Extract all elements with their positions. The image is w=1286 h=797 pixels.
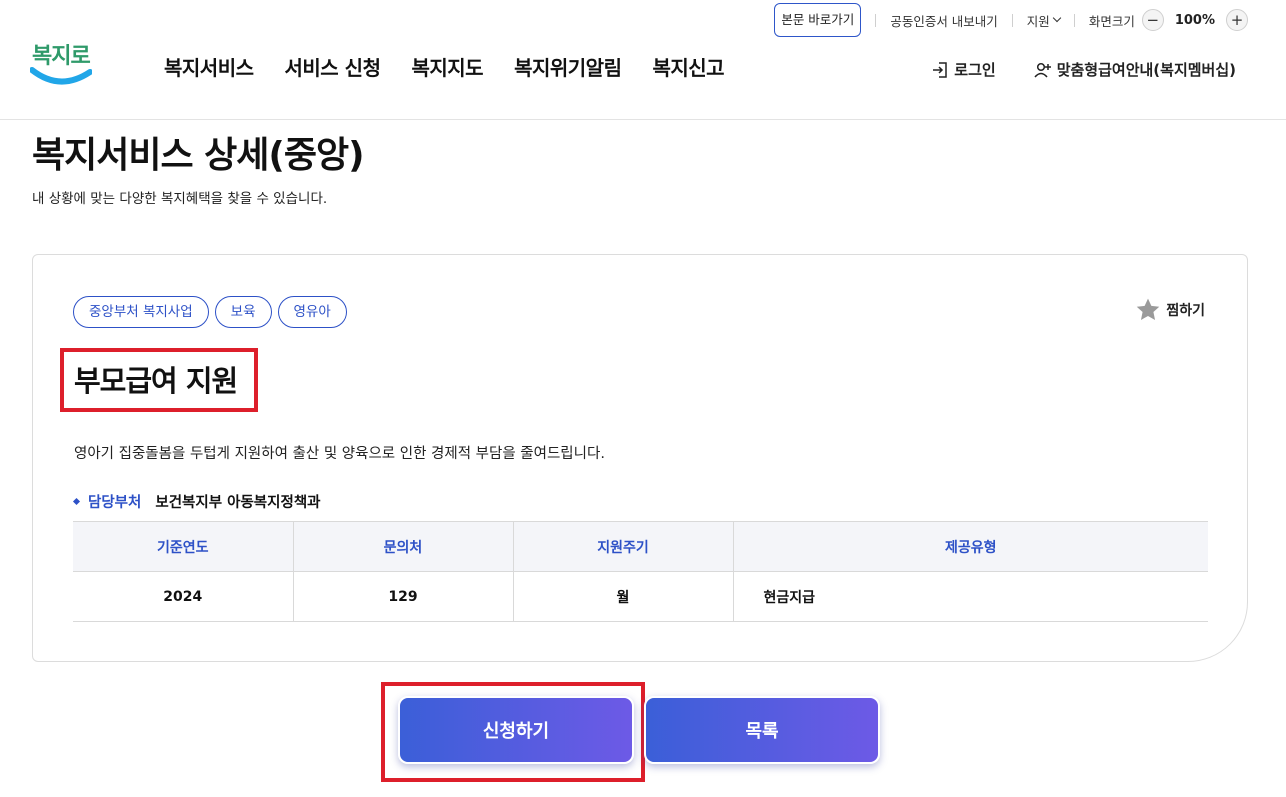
service-info-table: 기준연도 문의처 지원주기 제공유형 2024 129 월 현금지급 xyxy=(73,521,1208,622)
service-description: 영아기 집중돌봄을 두텁게 지원하여 출산 및 양육으로 인한 경제적 부담을 … xyxy=(74,446,605,462)
page-description: 내 상황에 맞는 다양한 복지혜택을 찾을 수 있습니다. xyxy=(32,191,328,207)
user-add-icon xyxy=(1034,62,1051,78)
tag-childcare[interactable]: 보육 xyxy=(214,296,272,328)
divider xyxy=(875,13,877,27)
header-user-links: 로그인 맞춤형급여안내(복지멤버십) xyxy=(931,59,1236,80)
column-header-year: 기준연도 xyxy=(73,521,294,572)
nav-item-service-application[interactable]: 서비스 신청 xyxy=(285,52,381,81)
list-button[interactable]: 목록 xyxy=(644,696,880,764)
divider xyxy=(1073,13,1075,27)
zoom-label: 화면크기 xyxy=(1088,13,1135,29)
favorite-label: 찜하기 xyxy=(1166,303,1205,319)
tag-central-ministry[interactable]: 중앙부처 복지사업 xyxy=(73,296,209,328)
site-header: 본문 바로가기 공동인증서 내보내기 지원 화면크기 − 100% + 복지로 … xyxy=(0,0,1286,120)
nav-item-welfare-report[interactable]: 복지신고 xyxy=(652,52,724,81)
apply-button[interactable]: 신청하기 xyxy=(398,696,634,764)
department-label: 담당부처 xyxy=(88,495,142,511)
cert-export-link[interactable]: 공동인증서 내보내기 xyxy=(890,11,997,30)
page-title: 복지서비스 상세(중앙) xyxy=(32,135,365,176)
table-header-row: 기준연도 문의처 지원주기 제공유형 xyxy=(73,521,1208,572)
logo-smile-icon xyxy=(30,67,92,85)
zoom-control: 화면크기 − 100% + xyxy=(1089,9,1248,31)
favorite-button[interactable]: 찜하기 xyxy=(1135,297,1205,323)
cell-cycle: 월 xyxy=(513,571,734,622)
zoom-in-button[interactable]: + xyxy=(1226,9,1248,31)
membership-label: 맞춤형급여안내(복지멤버십) xyxy=(1056,61,1236,79)
zoom-out-button[interactable]: − xyxy=(1141,9,1164,31)
service-title: 부모급여 지원 xyxy=(74,364,238,398)
table-row: 2024 129 월 현금지급 xyxy=(73,571,1208,622)
support-label: 지원 xyxy=(1026,13,1050,29)
nav-item-crisis-alert[interactable]: 복지위기알림 xyxy=(514,52,622,81)
site-logo[interactable]: 복지로 xyxy=(30,38,92,90)
membership-link[interactable]: 맞춤형급여안내(복지멤버십) xyxy=(1034,59,1236,80)
service-tags: 중앙부처 복지사업 보육 영유아 xyxy=(73,296,347,328)
skip-to-content-link[interactable]: 본문 바로가기 xyxy=(774,3,862,37)
login-link[interactable]: 로그인 xyxy=(931,59,996,80)
zoom-value: 100% xyxy=(1174,12,1215,28)
login-label: 로그인 xyxy=(954,61,996,79)
nav-item-welfare-services[interactable]: 복지서비스 xyxy=(164,52,254,81)
support-dropdown[interactable]: 지원 xyxy=(1026,11,1062,30)
bullet-icon xyxy=(72,497,81,506)
cell-contact: 129 xyxy=(293,571,514,622)
divider xyxy=(1011,13,1013,27)
column-header-contact: 문의처 xyxy=(293,521,514,572)
main-navigation: 복지서비스 서비스 신청 복지지도 복지위기알림 복지신고 xyxy=(164,52,725,81)
cell-type: 현금지급 xyxy=(733,571,1208,622)
service-detail-card: 중앙부처 복지사업 보육 영유아 찜하기 부모급여 지원 영아기 집중돌봄을 두… xyxy=(32,254,1248,662)
cell-year: 2024 xyxy=(73,571,294,622)
star-icon xyxy=(1137,298,1160,320)
utility-bar: 본문 바로가기 공동인증서 내보내기 지원 화면크기 − 100% + xyxy=(774,3,1248,37)
nav-item-welfare-map[interactable]: 복지지도 xyxy=(411,52,483,81)
tag-infant[interactable]: 영유아 xyxy=(277,296,347,328)
department-value: 보건복지부 아동복지정책과 xyxy=(155,495,321,511)
department-info: 담당부처 보건복지부 아동복지정책과 xyxy=(72,491,321,512)
chevron-down-icon xyxy=(1052,13,1062,23)
login-icon xyxy=(933,61,948,78)
column-header-cycle: 지원주기 xyxy=(513,521,734,572)
column-header-type: 제공유형 xyxy=(733,521,1208,572)
